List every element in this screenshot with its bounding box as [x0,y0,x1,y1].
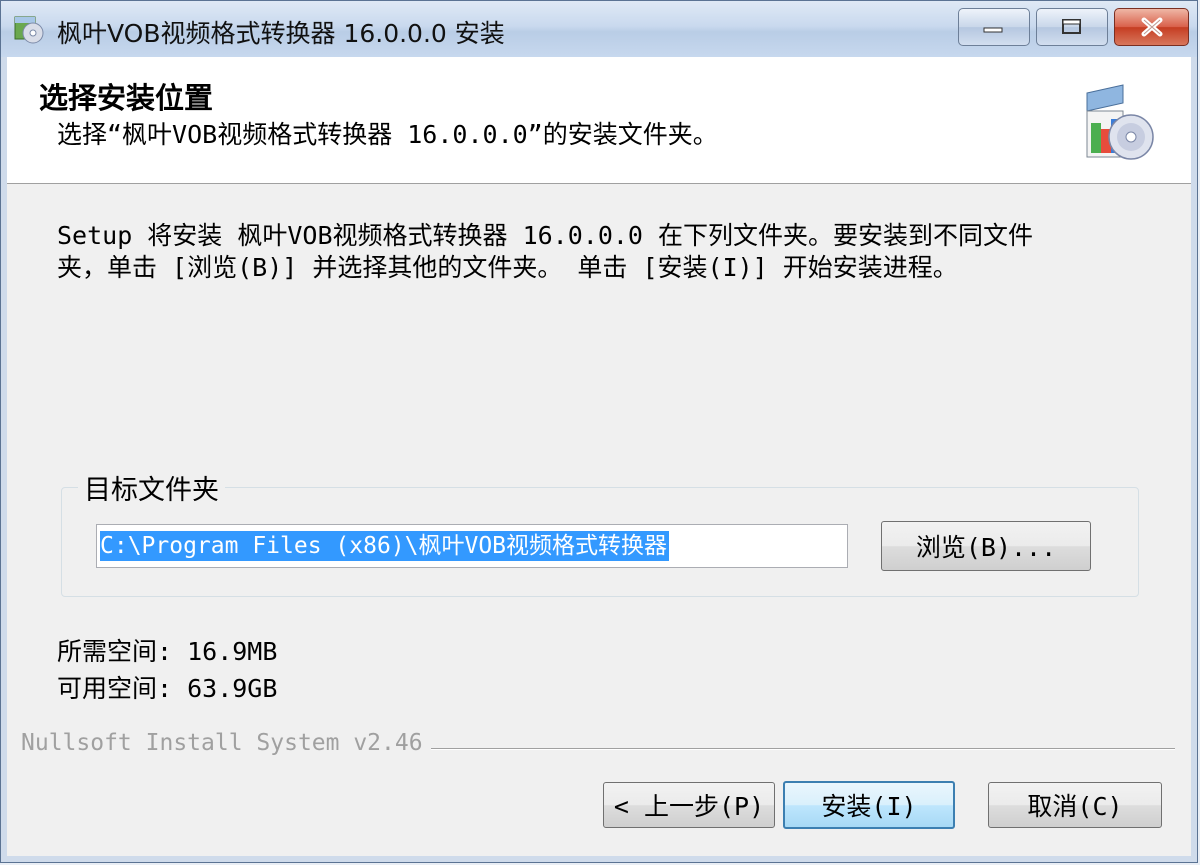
window-title: 枫叶VOB视频格式转换器 16.0.0.0 安装 [57,19,505,48]
destination-path-value: C:\Program Files (x86)\枫叶VOB视频格式转换器 [100,531,670,561]
installer-box-cd-icon [1086,84,1154,160]
destination-path-input[interactable]: C:\Program Files (x86)\枫叶VOB视频格式转换器 [96,524,848,568]
page-subtitle: 选择“枫叶VOB视频格式转换器 16.0.0.0”的安装文件夹。 [57,120,718,149]
title-bar[interactable]: 枫叶VOB视频格式转换器 16.0.0.0 安装 [1,1,1197,57]
installer-window: 枫叶VOB视频格式转换器 16.0.0.0 安装 选择安装位置 选择“枫叶VOB… [0,0,1198,863]
back-button[interactable]: < 上一步(P) [603,782,775,828]
close-button[interactable] [1114,8,1189,46]
installer-cd-icon [14,16,44,44]
browse-button[interactable]: 浏览(B)... [881,521,1091,571]
nsis-branding: Nullsoft Install System v2.46 [21,730,431,756]
cancel-button[interactable]: 取消(C) [988,782,1162,828]
minimize-icon [983,27,1003,33]
space-required: 所需空间: 16.9MB [57,637,278,666]
space-available: 可用空间: 63.9GB [57,674,278,703]
description-text: Setup 将安装 枫叶VOB视频格式转换器 16.0.0.0 在下列文件夹。要… [57,221,1034,282]
install-button[interactable]: 安装(I) [783,781,955,829]
minimize-button[interactable] [958,8,1030,46]
destination-folder-group: 目标文件夹 C:\Program Files (x86)\枫叶VOB视频格式转换… [61,468,1139,597]
page-header: 选择安装位置 选择“枫叶VOB视频格式转换器 16.0.0.0”的安装文件夹。 [7,57,1191,184]
maximize-icon [1062,19,1081,34]
close-icon [1141,17,1162,37]
content-area: Setup 将安装 枫叶VOB视频格式转换器 16.0.0.0 在下列文件夹。要… [7,184,1191,856]
destination-folder-label: 目标文件夹 [78,468,225,507]
maximize-button[interactable] [1036,8,1108,46]
page-title: 选择安装位置 [39,81,214,115]
